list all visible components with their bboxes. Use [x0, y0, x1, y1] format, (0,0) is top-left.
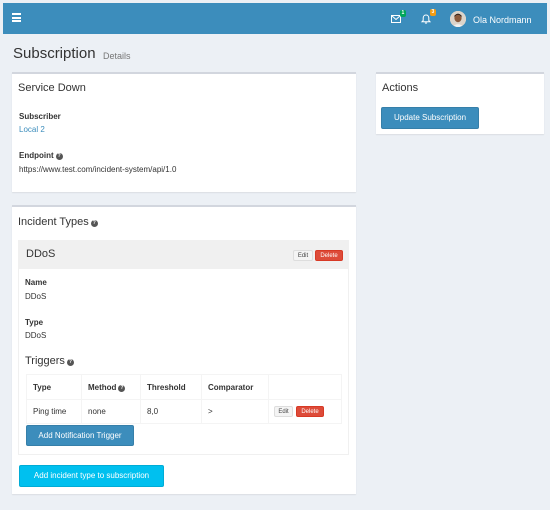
- bell-icon[interactable]: [421, 14, 431, 24]
- incident-types-title: Incident Types?: [18, 216, 98, 228]
- column-header-method-text: Method: [88, 382, 117, 392]
- column-header-comparator: Comparator: [201, 374, 269, 400]
- avatar-image: [450, 11, 466, 27]
- name-value: DDoS: [25, 292, 47, 301]
- edit-incident-type-button[interactable]: Edit: [293, 250, 313, 261]
- endpoint-label-text: Endpoint: [19, 151, 54, 160]
- incident-types-title-text: Incident Types: [18, 216, 89, 228]
- subscriber-label: Subscriber: [19, 112, 61, 121]
- trigger-actions-cell: Edit Delete: [268, 399, 342, 424]
- table-header-row: Type Method? Threshold Comparator: [26, 374, 342, 400]
- trigger-method-cell: none: [81, 399, 141, 424]
- top-navbar: 1 3 Ola Nordmann: [3, 3, 547, 34]
- trigger-threshold-cell: 8,0: [140, 399, 202, 424]
- service-title: Service Down: [18, 82, 86, 94]
- delete-trigger-button[interactable]: Delete: [296, 406, 324, 417]
- add-incident-type-button[interactable]: Add incident type to subscription: [19, 465, 164, 487]
- notifications-badge: 3: [430, 9, 436, 16]
- edit-trigger-button[interactable]: Edit: [274, 406, 293, 417]
- question-circle-icon[interactable]: ?: [55, 153, 63, 160]
- name-label: Name: [25, 278, 47, 287]
- column-header-actions: [268, 374, 342, 400]
- question-circle-icon[interactable]: ?: [90, 220, 98, 227]
- endpoint-value: https://www.test.com/incident-system/api…: [19, 165, 177, 174]
- actions-title: Actions: [382, 82, 419, 94]
- menu-toggle-icon[interactable]: [12, 13, 21, 22]
- add-notification-trigger-button[interactable]: Add Notification Trigger: [26, 425, 134, 446]
- actions-box: Actions Update Subscription: [376, 72, 544, 134]
- endpoint-label: Endpoint?: [19, 151, 63, 160]
- user-avatar[interactable]: [450, 11, 466, 27]
- incident-type-heading: DDoS: [26, 248, 56, 260]
- user-name[interactable]: Ola Nordmann: [473, 15, 532, 25]
- service-box: Service Down Subscriber Local 2 Endpoint…: [12, 72, 356, 192]
- trigger-comparator-cell: >: [201, 399, 269, 424]
- column-header-threshold: Threshold: [140, 374, 202, 400]
- triggers-title-text: Triggers: [25, 355, 65, 367]
- delete-incident-type-button[interactable]: Delete: [315, 250, 343, 261]
- table-row: Ping time none 8,0 > Edit Delete: [26, 399, 342, 424]
- column-header-method: Method?: [81, 374, 141, 400]
- triggers-table: Type Method? Threshold Comparator Ping t…: [26, 374, 342, 424]
- type-label: Type: [25, 318, 44, 327]
- trigger-type-cell: Ping time: [26, 399, 82, 424]
- type-value: DDoS: [25, 331, 47, 340]
- column-header-type: Type: [26, 374, 82, 400]
- triggers-title: Triggers?: [25, 355, 74, 367]
- question-circle-icon[interactable]: ?: [118, 384, 126, 392]
- subscriber-link[interactable]: Local 2: [19, 125, 45, 134]
- update-subscription-button[interactable]: Update Subscription: [381, 107, 479, 129]
- messages-badge: 1: [400, 10, 406, 17]
- page-subtitle: Details: [103, 51, 131, 61]
- page-title: Subscription: [13, 45, 96, 62]
- question-circle-icon[interactable]: ?: [66, 359, 74, 366]
- incident-type-header: DDoS Edit Delete: [19, 241, 348, 269]
